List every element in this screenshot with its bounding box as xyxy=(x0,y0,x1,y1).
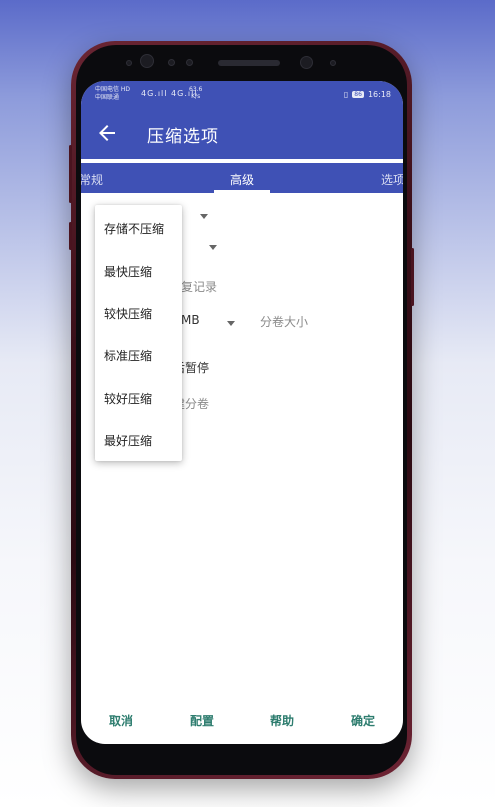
earpiece-speaker xyxy=(218,60,280,66)
carrier-1: 中国电信 HD xyxy=(95,86,131,93)
compression-option-good[interactable]: 较好压缩 xyxy=(104,390,152,407)
chevron-down-icon[interactable] xyxy=(209,245,217,250)
record-option-text[interactable]: 复记录 xyxy=(181,278,217,295)
config-button[interactable]: 配置 xyxy=(190,712,214,729)
compression-option-normal[interactable]: 标准压缩 xyxy=(104,347,152,364)
volume-size-input[interactable]: 分卷大小 xyxy=(260,313,308,330)
status-bar: 中国电信 HD 中国联通 4G.ıll 4G.ıll 63.6 K/s ▯ 86… xyxy=(81,81,403,107)
cancel-button[interactable]: 取消 xyxy=(109,712,133,729)
compression-option-fast[interactable]: 较快压缩 xyxy=(104,305,152,322)
speed-value: 63.6 xyxy=(189,86,203,93)
bottom-button-bar: 取消 配置 帮助 确定 xyxy=(81,709,403,733)
compression-level-dropdown: 存储不压缩 最快压缩 较快压缩 标准压缩 较好压缩 最好压缩 xyxy=(95,205,182,461)
carrier-2: 中国联通 xyxy=(95,94,120,101)
flash-icon xyxy=(330,60,336,66)
volume-button xyxy=(69,145,72,203)
iris-sensor-icon xyxy=(186,59,193,66)
help-button[interactable]: 帮助 xyxy=(270,712,294,729)
phone-screen: 中国电信 HD 中国联通 4G.ıll 4G.ıll 63.6 K/s ▯ 86… xyxy=(81,81,403,744)
network-speed: 63.6 K/s xyxy=(189,86,202,100)
iris-camera-icon xyxy=(300,56,313,69)
speed-unit: K/s xyxy=(191,93,201,100)
power-button xyxy=(411,248,414,306)
compression-option-store[interactable]: 存储不压缩 xyxy=(104,220,164,237)
volume-unit-value[interactable]: MB xyxy=(181,313,200,327)
bixby-button xyxy=(69,222,72,250)
compression-option-best[interactable]: 最好压缩 xyxy=(104,432,152,449)
chevron-down-icon[interactable] xyxy=(227,321,235,326)
battery-icon: 86 xyxy=(352,91,364,98)
compression-option-fastest[interactable]: 最快压缩 xyxy=(104,263,152,280)
vibrate-icon: ▯ xyxy=(343,90,349,99)
tab-general[interactable]: 常规 xyxy=(81,171,103,188)
front-camera-icon xyxy=(140,54,154,68)
ok-button[interactable]: 确定 xyxy=(351,712,375,729)
tab-options[interactable]: 选项 xyxy=(381,171,403,188)
clock: 16:18 xyxy=(367,90,391,99)
page-title: 压缩选项 xyxy=(147,127,219,147)
chevron-down-icon[interactable] xyxy=(200,214,208,219)
app-bar: 压缩选项 xyxy=(81,107,403,159)
proximity-sensor-icon xyxy=(126,60,132,66)
tab-bar: 常规 高级 选项 xyxy=(81,163,403,193)
carrier-info: 中国电信 HD 中国联通 xyxy=(95,86,130,102)
tab-advanced[interactable]: 高级 xyxy=(230,171,254,188)
light-sensor-icon xyxy=(168,59,175,66)
arrow-left-icon[interactable] xyxy=(95,121,119,145)
status-right: ▯ 86 16:18 xyxy=(344,90,391,99)
